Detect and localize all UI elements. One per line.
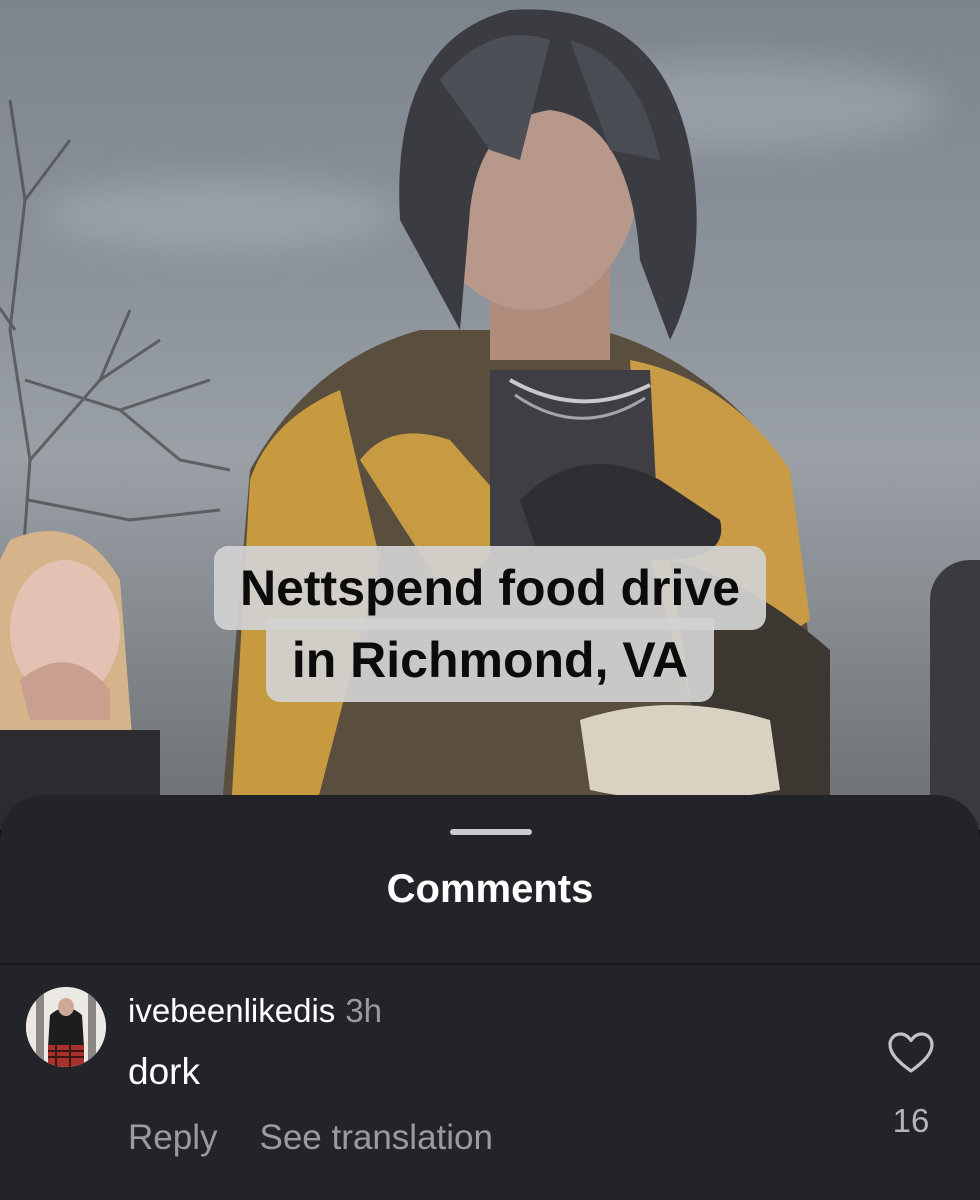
person-in-fur-coat — [220, 9, 830, 830]
header-divider — [0, 963, 980, 965]
avatar-image — [26, 987, 106, 1067]
reel-comments-screen: Nettspend food drive in Richmond, VA Com… — [0, 0, 980, 1200]
caption-line: in Richmond, VA — [265, 618, 715, 702]
video-caption: Nettspend food drive in Richmond, VA — [0, 546, 980, 702]
see-translation-button[interactable]: See translation — [259, 1118, 492, 1157]
avatar[interactable] — [26, 987, 106, 1067]
comment-actions: Reply See translation — [128, 1115, 493, 1161]
comment-text: dork — [128, 1051, 200, 1092]
sheet-drag-handle[interactable] — [450, 829, 532, 835]
video-player[interactable]: Nettspend food drive in Richmond, VA — [0, 0, 980, 830]
reply-button[interactable]: Reply — [128, 1118, 217, 1157]
comment-username[interactable]: ivebeenlikedis — [128, 992, 335, 1029]
comments-sheet: Comments ivebeenlikedis 3h dork Reply Se… — [0, 795, 980, 1200]
comment-meta: ivebeenlikedis 3h — [128, 991, 382, 1031]
like-count: 16 — [892, 1102, 930, 1139]
comments-title: Comments — [386, 867, 594, 911]
heart-outline-icon[interactable] — [887, 1031, 935, 1075]
comment-item: ivebeenlikedis 3h dork Reply See translati… — [0, 975, 980, 1200]
comment-timestamp: 3h — [345, 992, 383, 1029]
